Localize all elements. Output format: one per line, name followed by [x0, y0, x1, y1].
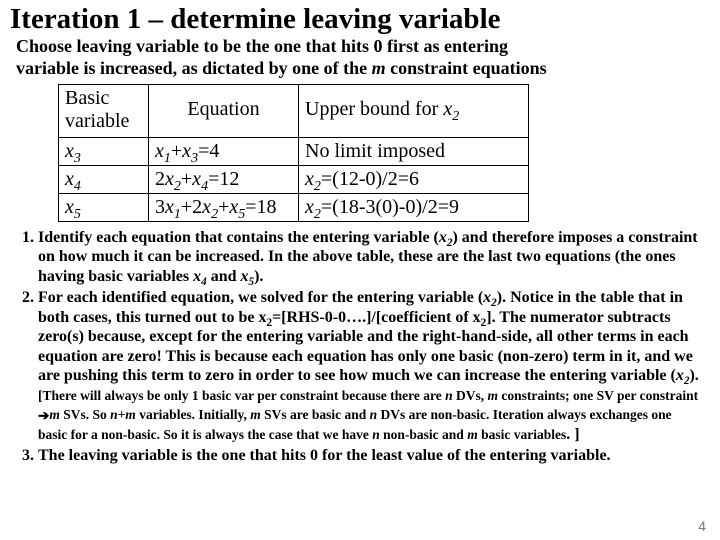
subtitle-line2b: constraint equations: [386, 58, 547, 78]
arrow-icon: ➔: [38, 407, 49, 425]
cell-equation: x1+x3=4: [149, 137, 299, 165]
bracket-note: [There will always be only 1 basic var p…: [38, 388, 698, 442]
subtitle-line2a: variable is increased, as dictated by on…: [16, 58, 372, 78]
header-basic-variable: Basic variable: [59, 84, 149, 137]
steps-list: Identify each equation that contains the…: [38, 228, 702, 466]
header-text: variable: [65, 110, 129, 132]
cell-basic-var: x5: [59, 193, 149, 221]
subtitle-line1: Choose leaving variable to be the one th…: [16, 36, 508, 56]
cell-bound: No limit imposed: [299, 137, 529, 165]
list-item: Identify each equation that contains the…: [38, 228, 702, 287]
table-row: x5 3x1+2x2+x5=18 x2=(18-3(0)-0)/2=9: [59, 193, 529, 221]
table-row: x3 x1+x3=4 No limit imposed: [59, 137, 529, 165]
table-header-row: Basic variable Equation Upper bound for …: [59, 84, 529, 137]
cell-equation: 2x2+x4=12: [149, 165, 299, 193]
list-item: The leaving variable is the one that hit…: [38, 446, 702, 466]
cell-bound: x2=(12-0)/2=6: [299, 165, 529, 193]
list-item: For each identified equation, we solved …: [38, 288, 702, 444]
page-number: 4: [698, 518, 706, 534]
slide-subtitle: Choose leaving variable to be the one th…: [16, 36, 710, 79]
cell-basic-var: x3: [59, 137, 149, 165]
cell-equation: 3x1+2x2+x5=18: [149, 193, 299, 221]
cell-basic-var: x4: [59, 165, 149, 193]
header-text: Basic: [65, 87, 109, 109]
slide-title: Iteration 1 – determine leaving variable: [10, 4, 710, 34]
header-equation: Equation: [149, 84, 299, 137]
header-upper-bound: Upper bound for x2: [299, 84, 529, 137]
subtitle-m: m: [372, 58, 386, 78]
cell-bound: x2=(18-3(0)-0)/2=9: [299, 193, 529, 221]
constraints-table: Basic variable Equation Upper bound for …: [58, 84, 529, 222]
header-var: x2: [443, 98, 459, 120]
table-row: x4 2x2+x4=12 x2=(12-0)/2=6: [59, 165, 529, 193]
header-text: Upper bound for: [305, 98, 443, 120]
